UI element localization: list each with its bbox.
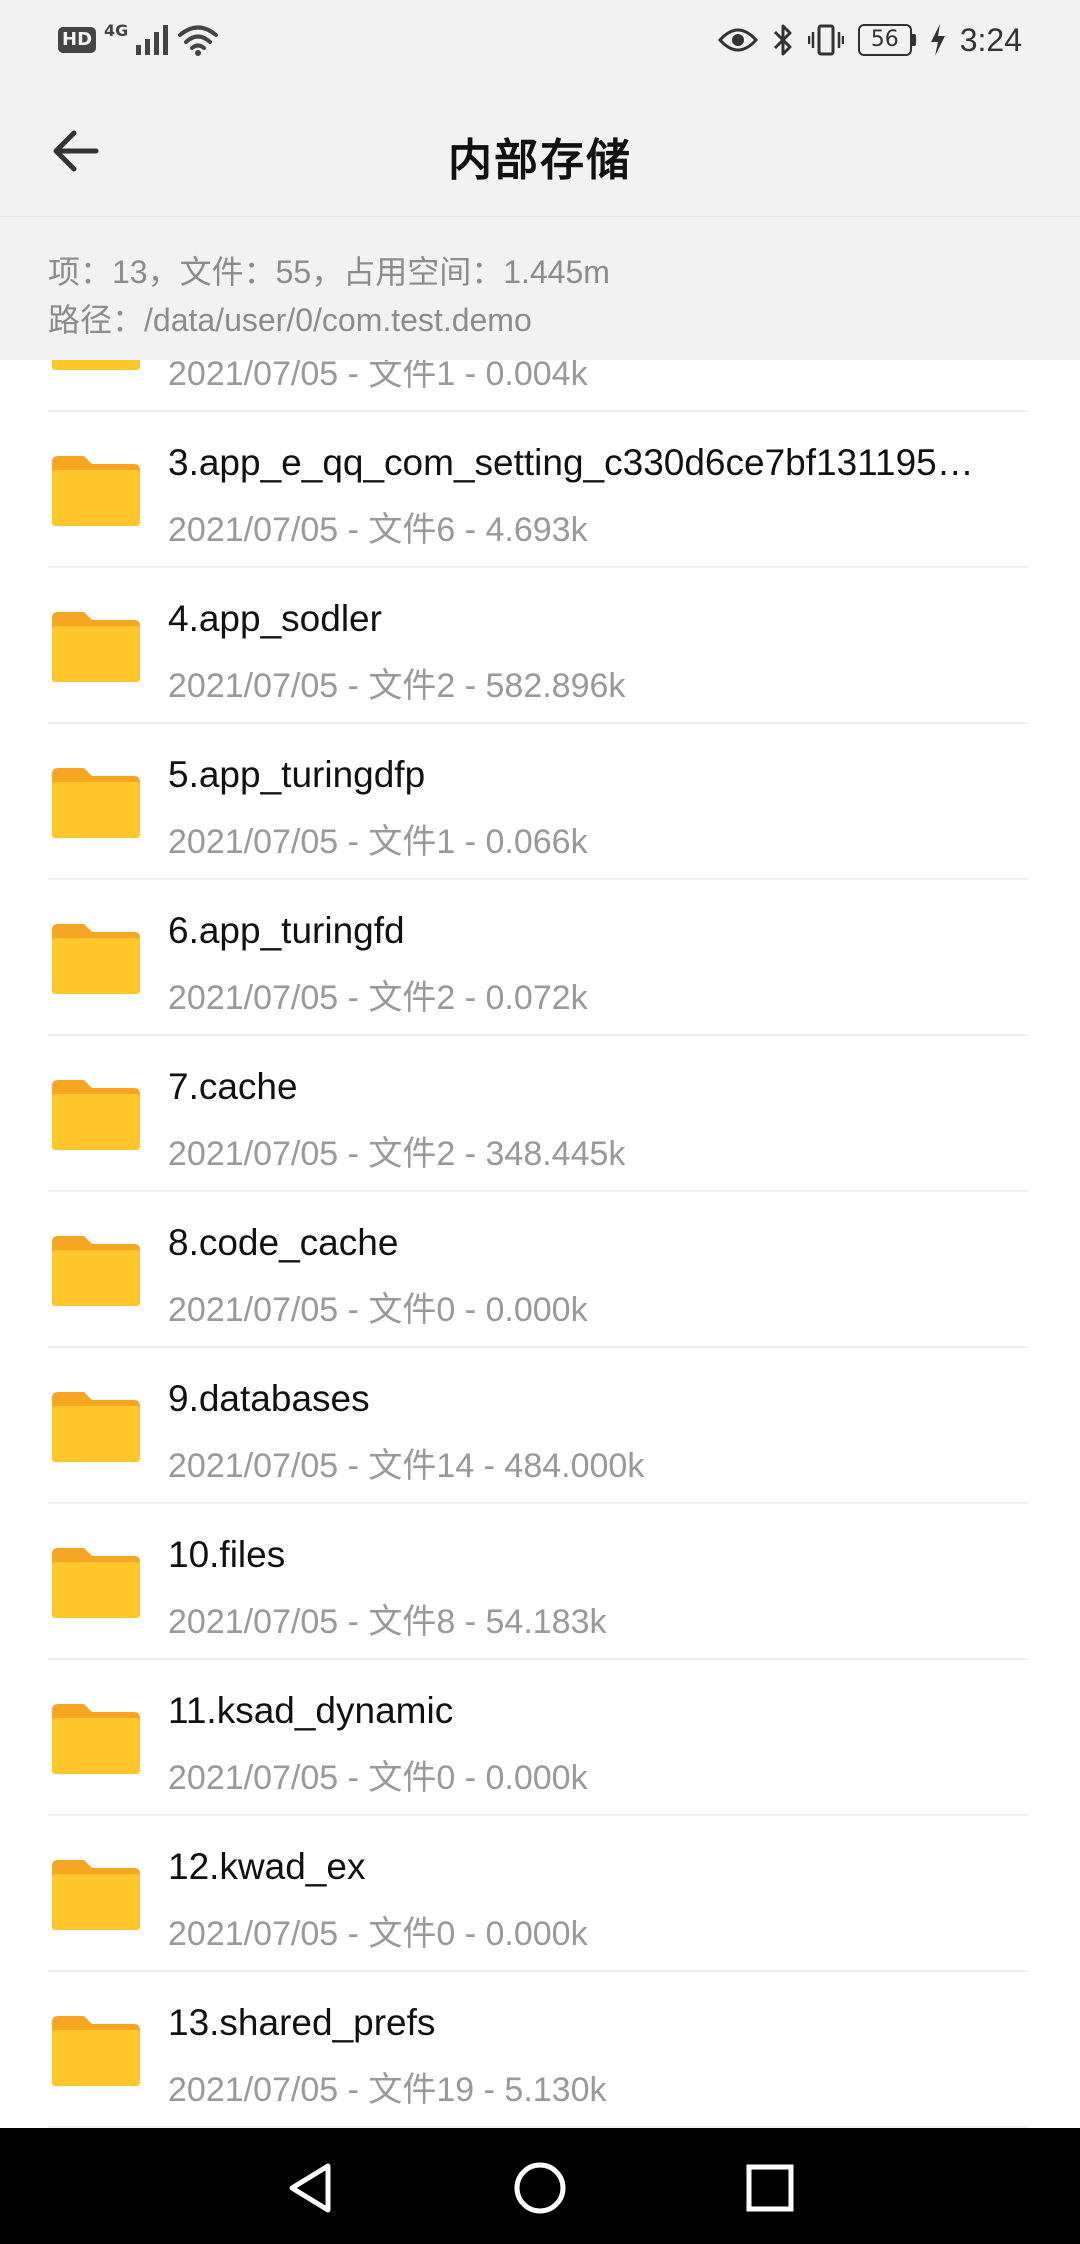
folder-meta: 2021/07/05 - 文件0 - 0.000k (168, 1915, 588, 1953)
battery-indicator: 56 (857, 24, 916, 56)
folder-name: 6.app_turingfd (168, 910, 405, 951)
vibrate-icon (807, 24, 844, 56)
folder-icon (52, 456, 140, 526)
folder-row[interactable]: 9.databases 2021/07/05 - 文件14 - 484.000k (0, 1348, 1080, 1504)
folder-name: 8.code_cache (168, 1222, 399, 1263)
square-recents-icon (746, 2164, 794, 2212)
folder-icon (52, 2016, 140, 2086)
eye-icon (717, 28, 758, 52)
folder-meta: 2021/07/05 - 文件6 - 4.693k (168, 511, 588, 549)
battery-level: 56 (857, 24, 912, 56)
folder-list[interactable]: 2021/07/05 - 文件1 - 0.004k 3.app_e_qq_com_… (0, 360, 1080, 2128)
status-right: 56 3:24 (717, 18, 1022, 62)
folder-row[interactable]: 10.files 2021/07/05 - 文件8 - 54.183k (0, 1504, 1080, 1660)
folder-name: 5.app_turingdfp (168, 754, 426, 795)
folder-meta: 2021/07/05 - 文件1 - 0.004k (168, 360, 588, 393)
folder-row[interactable]: 2021/07/05 - 文件1 - 0.004k (0, 360, 1080, 412)
folder-icon (52, 768, 140, 838)
folder-meta: 2021/07/05 - 文件1 - 0.066k (168, 823, 588, 861)
folder-name: 9.databases (168, 1378, 370, 1419)
hd-badge: HD (58, 27, 97, 53)
battery-tip (911, 34, 916, 46)
folder-name: 13.shared_prefs (168, 2002, 436, 2043)
folder-name: 4.app_sodler (168, 598, 382, 639)
folder-meta: 2021/07/05 - 文件2 - 348.445k (168, 1135, 626, 1173)
folder-icon (52, 924, 140, 994)
status-left: HD 4G (58, 20, 219, 58)
clock: 3:24 (959, 21, 1022, 58)
app-bar: 内部存储 (0, 80, 1080, 216)
folder-icon (52, 1236, 140, 1306)
folder-row[interactable]: 11.ksad_dynamic 2021/07/05 - 文件0 - 0.000k (0, 1660, 1080, 1816)
folder-name: 11.ksad_dynamic (168, 1690, 454, 1731)
folder-meta: 2021/07/05 - 文件8 - 54.183k (168, 1603, 607, 1641)
folder-meta: 2021/07/05 - 文件14 - 484.000k (168, 1447, 645, 1485)
circle-home-icon (514, 2162, 566, 2214)
folder-row[interactable]: 3.app_e_qq_com_setting_c330d6ce7bf131195… (0, 412, 1080, 568)
folder-row[interactable]: 8.code_cache 2021/07/05 - 文件0 - 0.000k (0, 1192, 1080, 1348)
folder-icon (52, 612, 140, 682)
storage-info-panel: 项：13，文件：55，占用空间：1.445m 路径：/data/user/0/c… (0, 216, 1080, 360)
folder-meta: 2021/07/05 - 文件0 - 0.000k (168, 1759, 588, 1797)
folder-name: 3.app_e_qq_com_setting_c330d6ce7bf131195… (168, 442, 974, 483)
network-type: 4G (104, 20, 129, 40)
status-bar: HD 4G 56 3:24 (0, 0, 1080, 80)
storage-path: 路径：/data/user/0/com.test.demo (48, 302, 532, 338)
folder-icon (52, 1704, 140, 1774)
folder-icon (52, 1080, 140, 1150)
charging-icon (930, 24, 945, 56)
folder-row[interactable]: 7.cache 2021/07/05 - 文件2 - 348.445k (0, 1036, 1080, 1192)
folder-name: 7.cache (168, 1066, 298, 1107)
nav-home-button[interactable] (508, 2156, 572, 2220)
folder-row[interactable]: 6.app_turingfd 2021/07/05 - 文件2 - 0.072k (0, 880, 1080, 1036)
nav-back-button[interactable] (278, 2156, 342, 2220)
bluetooth-icon (773, 24, 792, 56)
folder-name: 12.kwad_ex (168, 1846, 366, 1887)
folder-meta: 2021/07/05 - 文件19 - 5.130k (168, 2071, 607, 2109)
folder-icon (52, 1548, 140, 1618)
page-title: 内部存储 (448, 135, 632, 186)
navigation-bar (0, 2128, 1080, 2244)
folder-icon (52, 360, 140, 370)
folder-row[interactable]: 4.app_sodler 2021/07/05 - 文件2 - 582.896k (0, 568, 1080, 724)
folder-icon (52, 1860, 140, 1930)
folder-row[interactable]: 12.kwad_ex 2021/07/05 - 文件0 - 0.000k (0, 1816, 1080, 1972)
storage-summary: 项：13，文件：55，占用空间：1.445m (48, 254, 610, 290)
wifi-icon (178, 25, 219, 56)
folder-row[interactable]: 5.app_turingdfp 2021/07/05 - 文件1 - 0.066k (0, 724, 1080, 880)
folder-icon (52, 1392, 140, 1462)
signal-icon (136, 25, 169, 55)
triangle-back-icon (289, 2163, 331, 2213)
folder-name: 10.files (168, 1534, 286, 1575)
folder-meta: 2021/07/05 - 文件2 - 582.896k (168, 667, 626, 705)
folder-row[interactable]: 13.shared_prefs 2021/07/05 - 文件19 - 5.130… (0, 1972, 1080, 2128)
nav-recents-button[interactable] (738, 2156, 802, 2220)
folder-meta: 2021/07/05 - 文件2 - 0.072k (168, 979, 588, 1017)
folder-meta: 2021/07/05 - 文件0 - 0.000k (168, 1291, 588, 1329)
